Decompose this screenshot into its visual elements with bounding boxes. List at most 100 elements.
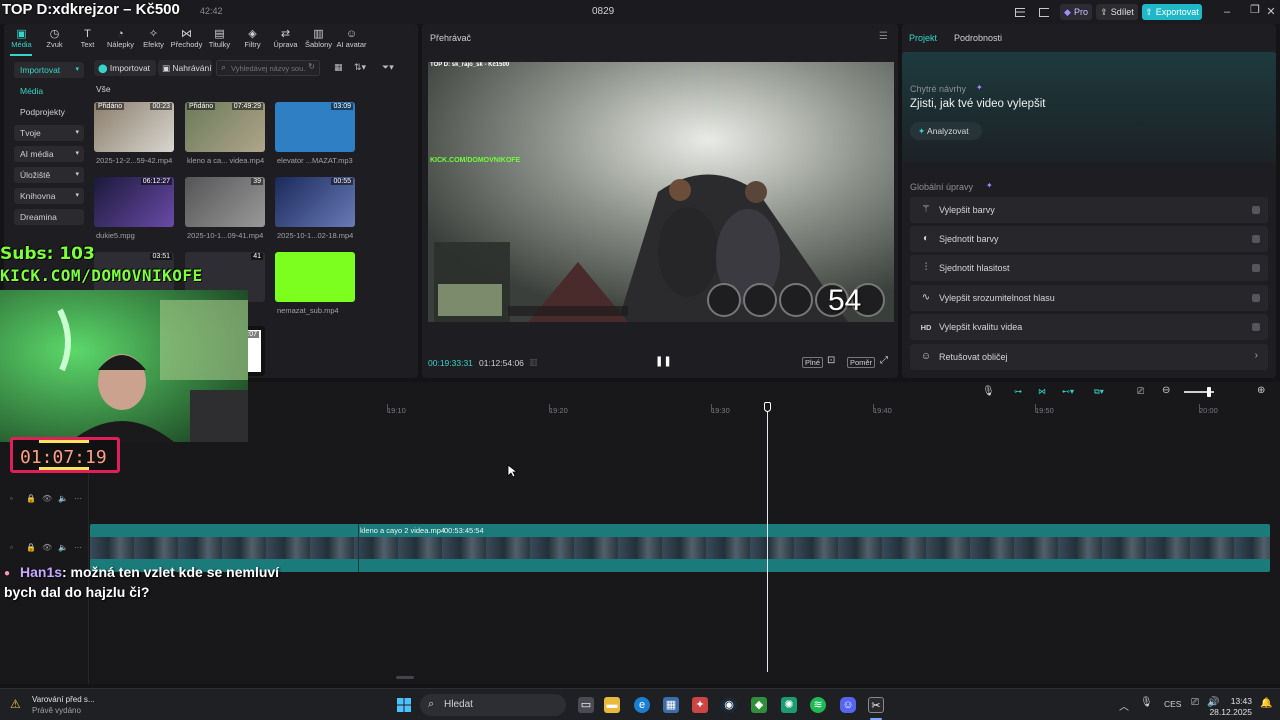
adjust-row-face[interactable]: ☺ Retušovat obličej › xyxy=(910,344,1268,370)
playhead-handle[interactable] xyxy=(764,402,771,412)
tab-text[interactable]: T Text xyxy=(71,28,104,50)
task-view-icon[interactable]: ▭ xyxy=(578,697,594,713)
fullscreen-icon[interactable]: ⤢ xyxy=(880,355,888,366)
tab-transitions[interactable]: ⋈ Přechody xyxy=(170,28,203,50)
minimize-icon[interactable]: – xyxy=(1218,4,1236,20)
menu-icon[interactable]: ☰ xyxy=(879,31,888,42)
media-thumbnail[interactable]: 00:55 xyxy=(275,177,355,227)
screenshot-icon[interactable]: ⊡ xyxy=(827,355,835,366)
adjust-row-hd[interactable]: HD Vylepšit kvalitu videa xyxy=(910,314,1268,340)
network-icon[interactable]: ⎚ xyxy=(1191,697,1199,708)
shortcuts-icon[interactable] xyxy=(1034,4,1054,20)
track-thumb-icon[interactable]: ▫ xyxy=(10,543,13,552)
game-icon[interactable]: ◆ xyxy=(751,697,767,713)
eye-icon[interactable]: 👁 xyxy=(42,543,52,552)
more-icon[interactable]: ⋯ xyxy=(74,543,82,552)
pro-button[interactable]: ◆ Pro xyxy=(1060,4,1092,20)
search-input[interactable] xyxy=(231,62,305,74)
clock-date[interactable]: 28.12.2025 xyxy=(1200,707,1252,717)
more-icon[interactable]: ⋯ xyxy=(74,494,82,503)
store-icon[interactable]: ▦ xyxy=(663,697,679,713)
tab-filters[interactable]: ◈ Filtry xyxy=(236,28,269,50)
caption-icon[interactable]: ⎚ xyxy=(1137,386,1144,397)
media-thumbnail[interactable]: 00:23 Přidáno xyxy=(94,102,174,152)
language-indicator[interactable]: CES xyxy=(1164,699,1181,709)
eye-icon[interactable]: 👁 xyxy=(42,494,52,503)
tab-media[interactable]: ▣ Média xyxy=(5,28,38,50)
media-thumbnail[interactable]: 07:49:29 Přidáno xyxy=(185,102,265,152)
magnet-icon[interactable]: ⋈ xyxy=(1038,387,1046,396)
search-box[interactable]: ⌕ ↻ xyxy=(216,60,320,76)
clock-time[interactable]: 13:43 xyxy=(1222,696,1252,706)
toggle[interactable] xyxy=(1252,235,1260,243)
toggle[interactable] xyxy=(1252,206,1260,214)
file-explorer-icon[interactable]: ▬ xyxy=(604,697,620,713)
full-button[interactable]: Plné xyxy=(802,357,824,368)
refresh-icon[interactable]: ↻ xyxy=(308,62,315,71)
windows-start-icon[interactable] xyxy=(396,697,412,713)
grid-view-icon[interactable]: ▦ xyxy=(334,62,343,73)
adjust-row-waveform[interactable]: ∿ Vylepšit srozumitelnost hlasu xyxy=(910,285,1268,311)
adjust-row-palette[interactable]: ◐ Sjednotit barvy xyxy=(910,226,1268,252)
tab-sticker[interactable]: ◔ Nálepky xyxy=(104,28,137,50)
toggle[interactable] xyxy=(1252,264,1260,272)
close-icon[interactable]: ✕ xyxy=(1262,4,1280,20)
preview-axis-icon[interactable]: ⧉▾ xyxy=(1094,387,1104,397)
toggle[interactable] xyxy=(1252,294,1260,302)
media-thumbnail[interactable]: 39 xyxy=(185,177,265,227)
share-button[interactable]: ⇪ Sdílet xyxy=(1096,4,1138,20)
sidebar-item-dreamina[interactable]: Dreamina xyxy=(14,209,84,225)
capcut-icon[interactable]: ✂ xyxy=(868,697,884,713)
tab-captions[interactable]: ▤ Titulky xyxy=(203,28,236,50)
filter-icon[interactable]: ⏷▾ xyxy=(382,62,394,73)
tray-chevron-icon[interactable]: ︿ xyxy=(1119,698,1129,713)
tab-ai-avatar[interactable]: ☺ AI avatar xyxy=(335,28,368,50)
edge-icon[interactable]: e xyxy=(634,697,650,713)
adjust-row-sliders[interactable]: ⫶ Sjednotit hlasitost xyxy=(910,255,1268,281)
notification-bell-icon[interactable]: 🔔 xyxy=(1260,698,1272,709)
sidebar-item-podprojekty[interactable]: Podprojekty xyxy=(14,104,84,120)
steam-icon[interactable]: ◉ xyxy=(721,697,737,713)
media-thumbnail[interactable]: 03:09 xyxy=(275,102,355,152)
horizontal-scrollbar[interactable] xyxy=(396,676,414,679)
link-icon[interactable]: ⊶ xyxy=(1014,387,1022,396)
sidebar-item-ai-média[interactable]: AI média ▾ xyxy=(14,146,84,162)
filter-all[interactable]: Vše xyxy=(96,84,111,94)
adjust-row-wand[interactable]: ⚚ Vylepšit barvy xyxy=(910,197,1268,223)
pause-icon[interactable]: ❚❚ xyxy=(655,356,672,367)
sidebar-item-úložiště[interactable]: Úložiště ▾ xyxy=(14,167,84,183)
lock-icon[interactable]: 🔒 xyxy=(26,494,36,503)
media-thumbnail[interactable]: 06:12:27 xyxy=(94,177,174,227)
taskbar-search[interactable]: ⌕ Hledat xyxy=(420,694,566,716)
analyze-button[interactable]: ✦ Analyzovat xyxy=(910,122,982,140)
zoom-fit-icon[interactable]: ⊕ xyxy=(1257,385,1265,396)
mic-icon[interactable]: 🎙 xyxy=(982,386,995,397)
tray-mic-icon[interactable]: 🎙 xyxy=(1140,697,1153,708)
export-button[interactable]: ⇧ Exportovat xyxy=(1142,4,1202,20)
speaker-icon[interactable]: 🔈 xyxy=(58,543,68,552)
track-thumb-icon[interactable]: ▫ xyxy=(10,494,13,503)
media-thumbnail[interactable] xyxy=(275,252,355,302)
ratio-button[interactable]: Poměr xyxy=(847,357,876,368)
notification[interactable]: ⚠ Varování před s... Právě vydáno xyxy=(10,693,160,717)
lock-icon[interactable]: 🔒 xyxy=(26,543,36,552)
zoom-slider-handle[interactable] xyxy=(1207,387,1211,397)
speaker-icon[interactable]: 🔈 xyxy=(58,494,68,503)
tab-templates[interactable]: ▥ Šablony xyxy=(302,28,335,50)
tab-project[interactable]: Projekt xyxy=(909,33,937,43)
tab-details[interactable]: Podrobnosti xyxy=(954,33,1002,43)
import-button[interactable]: ⬤ Importovat xyxy=(94,60,156,76)
layout-icon[interactable] xyxy=(1010,4,1030,20)
tab-effects[interactable]: ✧ Efekty xyxy=(137,28,170,50)
app-icon[interactable]: ✦ xyxy=(692,697,708,713)
discord-icon[interactable]: ☺ xyxy=(840,697,856,713)
playhead[interactable] xyxy=(767,402,768,672)
sort-icon[interactable]: ⇅▾ xyxy=(354,62,366,73)
sidebar-item-knihovna[interactable]: Knihovna ▾ xyxy=(14,188,84,204)
tab-adjust[interactable]: ⇄ Úprava xyxy=(269,28,302,50)
recordings-button[interactable]: ▣ Nahrávání xyxy=(158,60,212,76)
sidebar-item-importovat[interactable]: Importovat ▾ xyxy=(14,62,84,78)
sidebar-item-tvoje[interactable]: Tvoje ▾ xyxy=(14,125,84,141)
sidebar-item-média[interactable]: Média xyxy=(14,83,84,99)
toggle[interactable] xyxy=(1252,323,1260,331)
